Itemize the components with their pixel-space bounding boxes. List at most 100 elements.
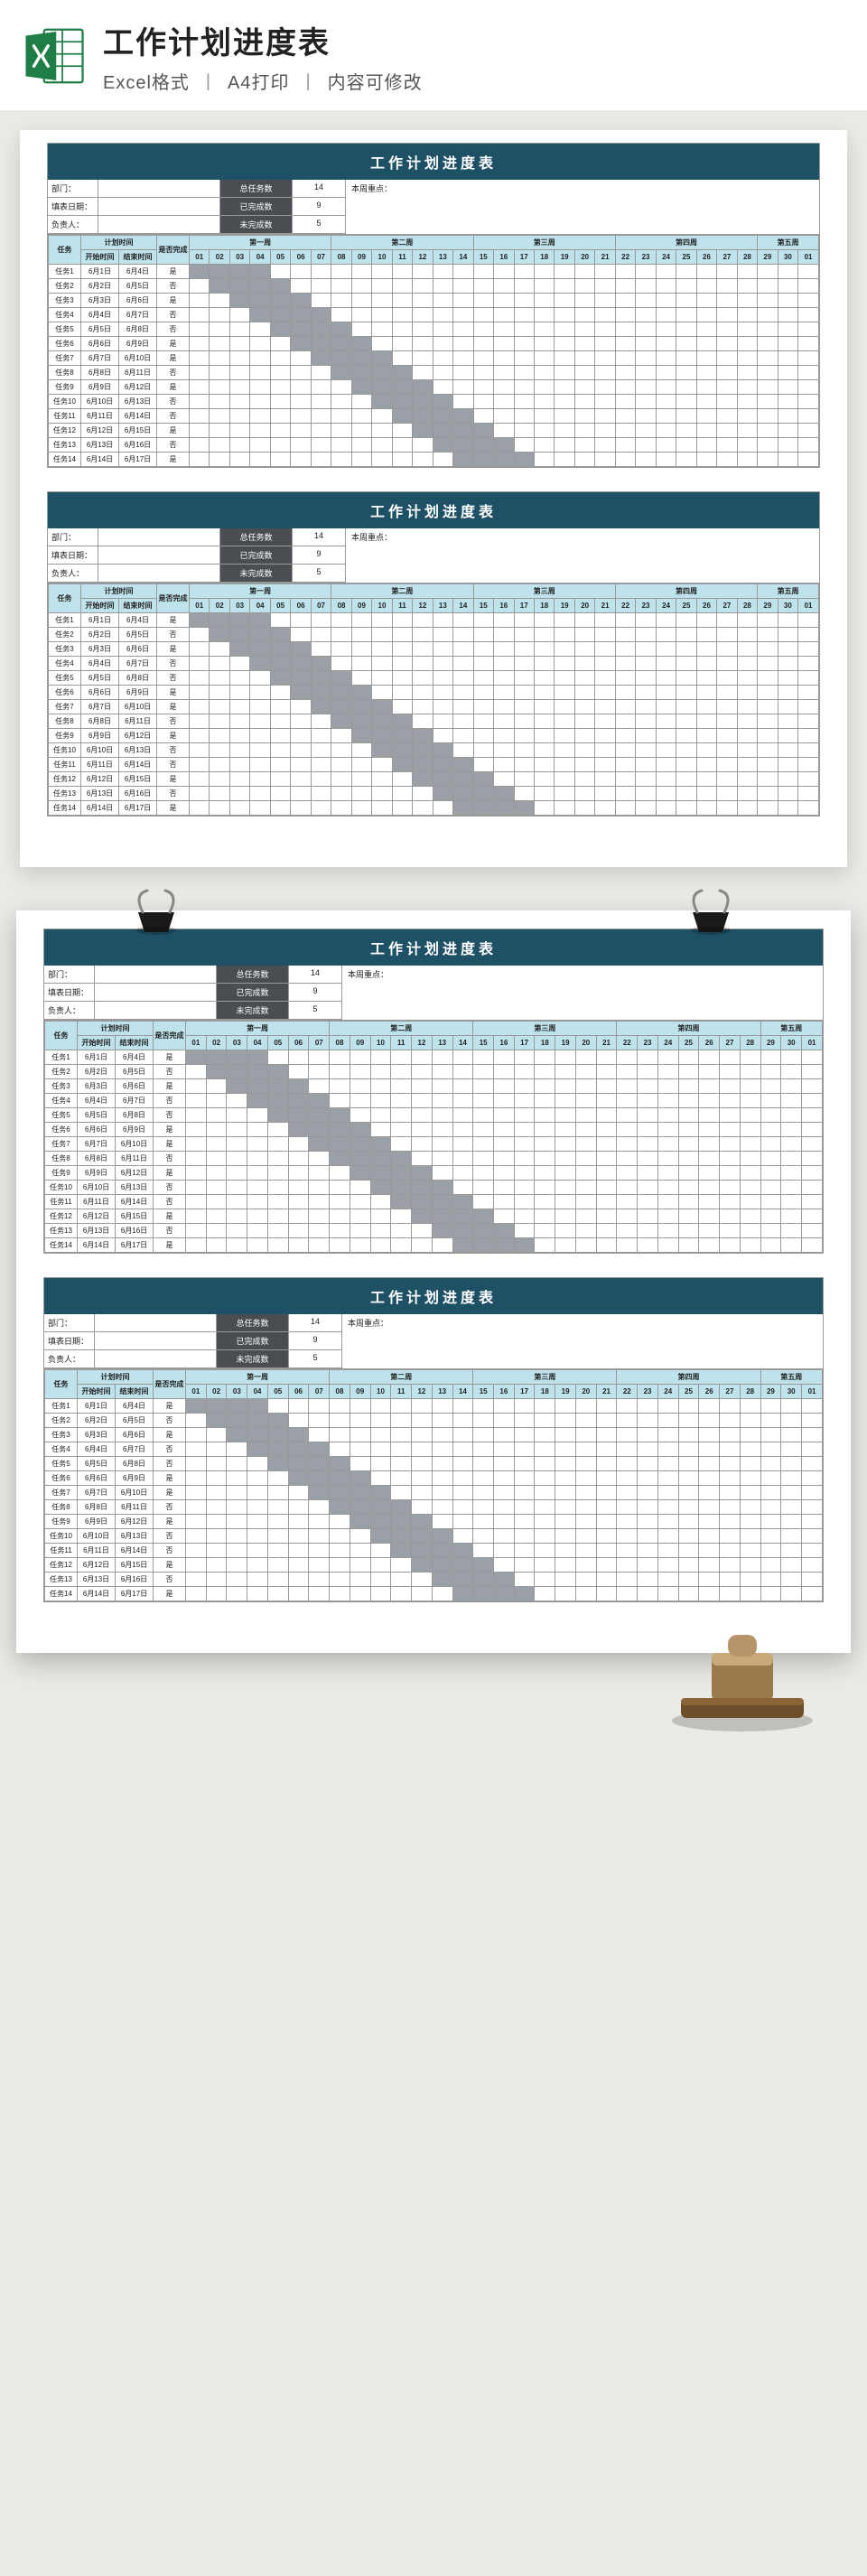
gantt-cell [432, 1238, 452, 1253]
gantt-cell [190, 424, 210, 438]
table-row: 任务76月7日6月10日是 [45, 1486, 823, 1500]
gantt-cell [291, 642, 311, 657]
gantt-cell [596, 1558, 617, 1573]
gantt-cell [514, 700, 534, 714]
gantt-cell [596, 1500, 617, 1515]
gantt-cell [250, 729, 270, 743]
gantt-cell [433, 453, 452, 467]
gantt-cell [370, 1414, 391, 1428]
gantt-cell [678, 1224, 699, 1238]
gantt-cell [740, 1123, 760, 1137]
gantt-cell [595, 351, 615, 366]
gantt-cell [190, 743, 210, 758]
gantt-cell [370, 1137, 391, 1152]
gantt-cell [514, 686, 534, 700]
gantt-cell [372, 657, 392, 671]
gantt-cell [311, 700, 331, 714]
gantt-cell [186, 1515, 207, 1529]
preview-block-2: 工作计划进度表部门：填表日期：负责人：总任务数14已完成数9未完成数5本周重点：… [16, 910, 851, 1653]
cell-end: 6月4日 [116, 1399, 154, 1414]
gantt-cell [514, 787, 534, 801]
gantt-cell [760, 1079, 781, 1094]
gantt-cell [391, 1471, 412, 1486]
gantt-cell [636, 337, 656, 351]
gantt-cell [758, 686, 778, 700]
gantt-cell [657, 1195, 678, 1209]
gantt-cell [452, 1544, 473, 1558]
gantt-cell [555, 686, 574, 700]
gantt-cell [514, 453, 534, 467]
gantt-cell [696, 686, 716, 700]
gantt-cell [309, 1573, 330, 1587]
gantt-cell [798, 366, 819, 380]
gantt-cell [656, 642, 676, 657]
gantt-cell [798, 380, 819, 395]
gantt-cell [617, 1108, 638, 1123]
gantt-cell [555, 1079, 576, 1094]
cell-done: 否 [154, 1500, 186, 1515]
gantt-cell [250, 642, 270, 657]
gantt-cell [778, 395, 797, 409]
gantt-cell [370, 1515, 391, 1529]
gantt-cell [638, 1152, 658, 1166]
gantt-cell [370, 1529, 391, 1544]
gantt-cell [247, 1399, 268, 1414]
gantt-cell [696, 714, 716, 729]
table-row: 任务66月6日6月9日是 [49, 337, 819, 351]
th-day: 08 [330, 1036, 350, 1050]
gantt-cell [617, 1152, 638, 1166]
gantt-cell [229, 801, 249, 816]
gantt-cell [596, 1486, 617, 1500]
gantt-cell [575, 1428, 596, 1442]
gantt-cell [760, 1573, 781, 1587]
gantt-cell [758, 395, 778, 409]
cell-end: 6月12日 [116, 1166, 154, 1181]
gantt-cell [617, 1471, 638, 1486]
gantt-cell [615, 801, 635, 816]
gantt-cell [615, 294, 635, 308]
gantt-cell [432, 1094, 452, 1108]
gantt-cell [351, 772, 371, 787]
gantt-cell [636, 438, 656, 453]
gantt-cell [615, 424, 635, 438]
gantt-cell [392, 351, 412, 366]
gantt-cell [555, 1529, 576, 1544]
gantt-cell [760, 1195, 781, 1209]
gantt-cell [740, 1181, 760, 1195]
gantt-cell [413, 366, 433, 380]
gantt-cell [699, 1558, 720, 1573]
gantt-cell [778, 758, 797, 772]
gantt-cell [596, 1065, 617, 1079]
gantt-cell [494, 700, 514, 714]
gantt-cell [190, 366, 210, 380]
gantt-cell [514, 758, 534, 772]
gantt-cell [190, 729, 210, 743]
gantt-cell [452, 1515, 473, 1529]
gantt-cell [595, 395, 615, 409]
gantt-cell [574, 772, 594, 787]
th-day: 30 [778, 599, 797, 613]
gantt-cell [370, 1558, 391, 1573]
gantt-cell [596, 1079, 617, 1094]
gantt-cell [596, 1166, 617, 1181]
th-day: 07 [311, 250, 331, 265]
rubber-stamp-icon [661, 1626, 824, 1734]
gantt-cell [452, 1573, 473, 1587]
gantt-cell [696, 395, 716, 409]
gantt-cell [638, 1181, 658, 1195]
gantt-cell [330, 1065, 350, 1079]
cell-start: 6月3日 [81, 642, 119, 657]
gantt-cell [433, 395, 452, 409]
th-day: 26 [696, 599, 716, 613]
gantt-cell [636, 801, 656, 816]
th-day: 26 [696, 250, 716, 265]
th-week: 第二周 [330, 1022, 473, 1036]
gantt-cell [535, 1414, 555, 1428]
th-day: 09 [351, 599, 371, 613]
gantt-cell [737, 714, 757, 729]
gantt-cell [206, 1152, 227, 1166]
gantt-cell [270, 337, 290, 351]
th-day: 04 [247, 1036, 268, 1050]
gantt-cell [595, 366, 615, 380]
gantt-cell [617, 1166, 638, 1181]
